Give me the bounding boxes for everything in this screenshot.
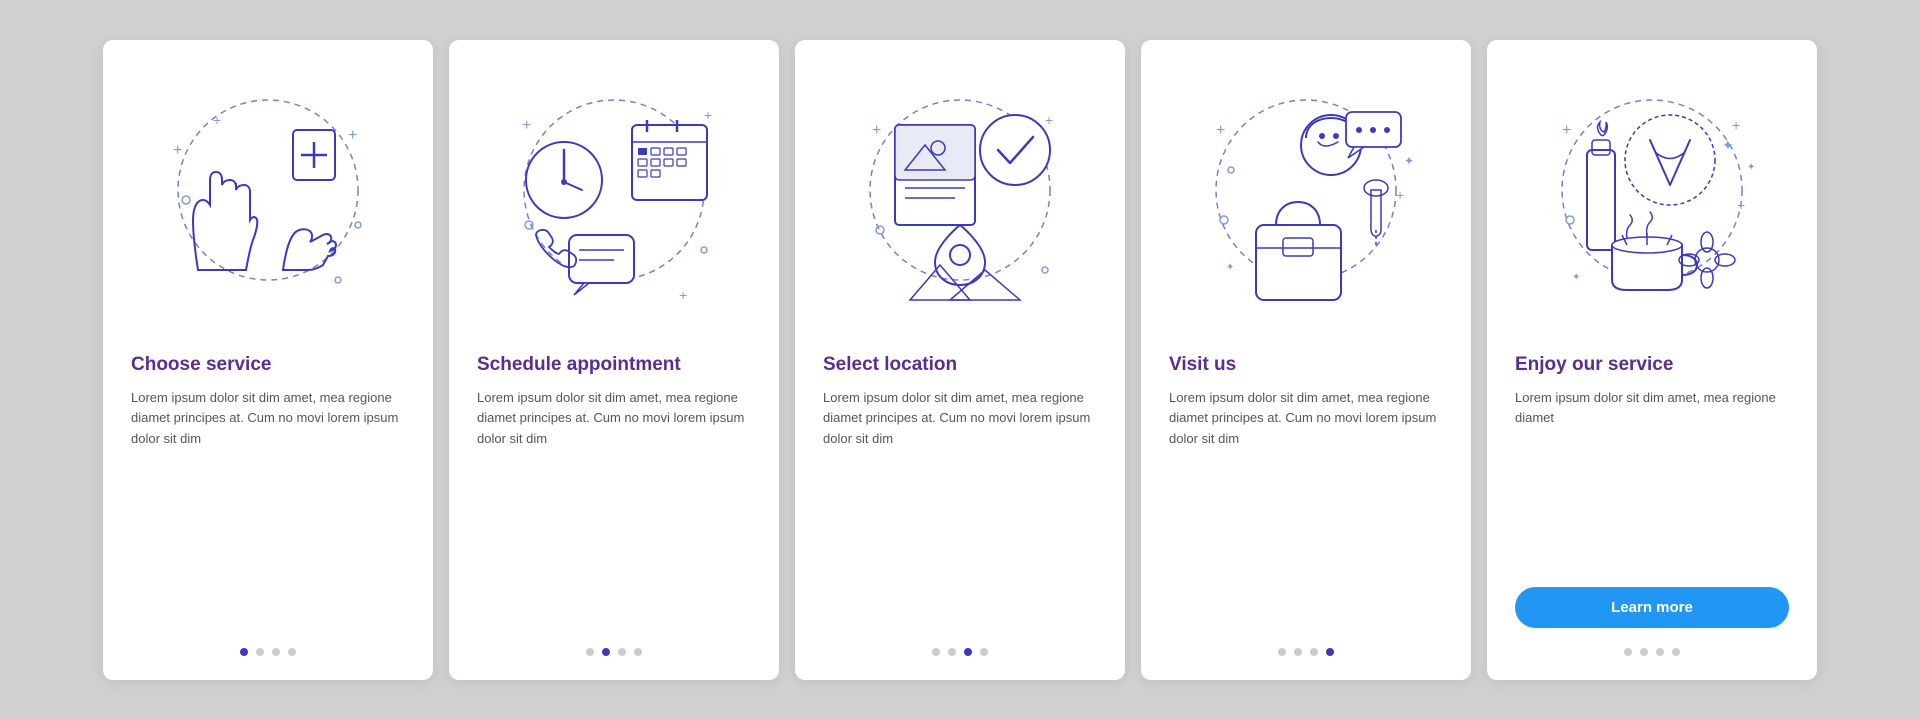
dot-1 — [1624, 648, 1632, 656]
dot-4 — [1672, 648, 1680, 656]
schedule-appointment-dots — [586, 648, 642, 656]
dot-4 — [634, 648, 642, 656]
svg-text:+: + — [1216, 122, 1225, 139]
enjoy-service-dots — [1624, 648, 1680, 656]
dot-2 — [602, 648, 610, 656]
dot-2 — [948, 648, 956, 656]
dot-1 — [1278, 648, 1286, 656]
dot-2 — [1640, 648, 1648, 656]
svg-text:+: + — [173, 142, 182, 159]
card-select-location: + + Select location Lorem ipsum dolor si… — [795, 40, 1125, 680]
svg-text:✦: ✦ — [1226, 262, 1234, 273]
choose-service-illustration: + + + — [138, 70, 398, 330]
select-location-title: Select location — [823, 354, 1097, 376]
svg-text:✦: ✦ — [1404, 154, 1414, 168]
dot-3 — [1310, 648, 1318, 656]
card-visit-us: + + ✦ ✦ Visit us Lorem ipsum dolor sit d… — [1141, 40, 1471, 680]
dot-3 — [1656, 648, 1664, 656]
choose-service-dots — [240, 648, 296, 656]
enjoy-service-title: Enjoy our service — [1515, 354, 1789, 376]
visit-us-dots — [1278, 648, 1334, 656]
visit-us-illustration: + + ✦ ✦ — [1176, 70, 1436, 330]
dot-1 — [586, 648, 594, 656]
svg-text:+: + — [872, 122, 881, 139]
svg-text:✦: ✦ — [1747, 162, 1755, 173]
svg-text:✦: ✦ — [1722, 137, 1734, 153]
choose-service-title: Choose service — [131, 354, 405, 376]
dot-2 — [1294, 648, 1302, 656]
select-location-illustration: + + — [830, 70, 1090, 330]
schedule-appointment-illustration: + + + — [484, 70, 744, 330]
svg-text:+: + — [1045, 112, 1053, 128]
visit-us-title: Visit us — [1169, 354, 1443, 376]
svg-text:+: + — [1732, 117, 1740, 133]
enjoy-service-text: Lorem ipsum dolor sit dim amet, mea regi… — [1515, 388, 1789, 575]
dot-3 — [964, 648, 972, 656]
card-choose-service: + + + Choose service Lorem ipsum dolor s… — [103, 40, 433, 680]
svg-text:+: + — [1396, 187, 1404, 203]
dot-1 — [932, 648, 940, 656]
choose-service-text: Lorem ipsum dolor sit dim amet, mea regi… — [131, 388, 405, 628]
svg-text:+: + — [704, 107, 712, 123]
svg-text:+: + — [1562, 122, 1571, 139]
svg-text:✦: ✦ — [1572, 272, 1580, 283]
visit-us-text: Lorem ipsum dolor sit dim amet, mea regi… — [1169, 388, 1443, 628]
card-enjoy-service: + + + ✦ ✦ ✦ Enjoy our service Lorem ipsu… — [1487, 40, 1817, 680]
dot-4 — [288, 648, 296, 656]
svg-text:+: + — [348, 127, 357, 144]
svg-text:+: + — [522, 117, 531, 134]
dot-1 — [240, 648, 248, 656]
learn-more-button[interactable]: Learn more — [1515, 587, 1789, 628]
svg-text:+: + — [679, 287, 687, 303]
dot-4 — [980, 648, 988, 656]
card-schedule-appointment: + + + Schedule appointment Lorem ipsum d… — [449, 40, 779, 680]
select-location-text: Lorem ipsum dolor sit dim amet, mea regi… — [823, 388, 1097, 628]
select-location-dots — [932, 648, 988, 656]
dot-4 — [1326, 648, 1334, 656]
cards-container: + + + Choose service Lorem ipsum dolor s… — [0, 10, 1920, 710]
svg-text:+: + — [1737, 197, 1745, 213]
schedule-appointment-text: Lorem ipsum dolor sit dim amet, mea regi… — [477, 388, 751, 628]
dot-3 — [618, 648, 626, 656]
schedule-appointment-title: Schedule appointment — [477, 354, 751, 376]
svg-text:+: + — [213, 112, 221, 128]
dot-3 — [272, 648, 280, 656]
enjoy-service-illustration: + + + ✦ ✦ ✦ — [1522, 70, 1782, 330]
dot-2 — [256, 648, 264, 656]
